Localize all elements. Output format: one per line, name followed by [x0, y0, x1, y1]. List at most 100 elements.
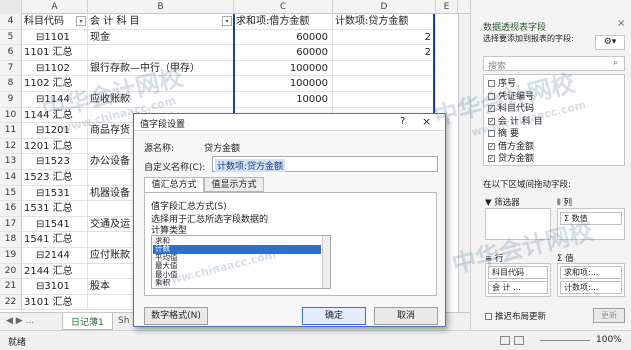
zoom-slider[interactable] — [540, 340, 590, 341]
cell-a[interactable]: ⊟1531 — [22, 185, 88, 202]
row-header[interactable]: 7 — [0, 60, 22, 77]
field-checkbox[interactable]: ✓ — [488, 117, 495, 125]
help-icon[interactable]: ? — [400, 116, 405, 127]
field-checkbox[interactable]: ✓ — [488, 142, 495, 150]
row-header[interactable]: 20 — [0, 263, 22, 280]
function-option[interactable]: 平均值 — [153, 253, 321, 262]
vertical-scrollbar[interactable] — [458, 14, 470, 312]
function-option[interactable]: 乘积 — [153, 278, 321, 287]
pane-close-icon[interactable]: × — [617, 18, 625, 29]
row-header[interactable]: 5 — [0, 29, 22, 46]
filter-drop-zone[interactable] — [485, 208, 551, 240]
ok-button[interactable]: 确定 — [302, 307, 366, 325]
row-header[interactable]: 21 — [0, 279, 22, 295]
sheet-nav-arrows[interactable]: ◀ ▶ ... — [6, 316, 34, 326]
page-layout-icon[interactable] — [514, 336, 524, 345]
cell-a[interactable]: 2144 汇总 — [22, 263, 88, 280]
cell-a[interactable]: ⊟1101 — [22, 29, 88, 46]
cell-a[interactable]: 1201 汇总 — [22, 138, 88, 155]
cell-a[interactable]: ⊟3101 — [22, 279, 88, 295]
sheet-tab-active[interactable]: 日记薄1 — [62, 313, 113, 330]
field-checkbox[interactable] — [488, 80, 495, 87]
cell-a[interactable]: ⊟1541 — [22, 216, 88, 233]
defer-checkbox[interactable] — [485, 313, 492, 320]
row-header[interactable]: 10 — [0, 107, 22, 124]
field-checkbox[interactable]: ✓ — [488, 155, 495, 162]
column-header-a[interactable]: A — [22, 0, 88, 14]
cell-b[interactable]: 银行存款—中行（甲存） — [88, 60, 234, 77]
function-option[interactable]: 计数 — [153, 244, 321, 254]
field-item[interactable]: ✓ 借方金额 — [488, 142, 534, 152]
cell-b[interactable] — [88, 76, 234, 92]
cell-a[interactable]: 1144 汇总 — [22, 107, 88, 124]
columns-drop-zone[interactable]: Σ 数值 — [557, 208, 625, 240]
row-header[interactable]: 16 — [0, 201, 22, 217]
close-icon[interactable]: × — [422, 115, 431, 128]
field-checkbox[interactable] — [488, 130, 495, 137]
number-format-button[interactable]: 数字格式(N) — [144, 307, 208, 325]
function-option[interactable]: 最小值 — [153, 270, 321, 279]
rows-chip-2[interactable]: 会 计 ... — [488, 281, 548, 294]
field-search-input[interactable]: 搜索 ⌕ — [483, 56, 625, 72]
row-header[interactable]: 19 — [0, 248, 22, 264]
row-header[interactable]: 11 — [0, 123, 22, 139]
field-list[interactable]: 序号凭证编号 ✓ 科目代码 ✓ 会 计 科 目摘 要 ✓ 借方金额 ✓ 贷方金额 — [483, 74, 625, 166]
cell-b[interactable]: 应收账款 — [88, 92, 234, 108]
row-header[interactable]: 13 — [0, 154, 22, 170]
function-option[interactable]: 求和 — [153, 236, 321, 245]
cell-b[interactable] — [88, 45, 234, 61]
column-header-b[interactable]: B — [88, 0, 234, 14]
field-item[interactable]: ✓ 会 计 科 目 — [488, 117, 543, 127]
cell-a[interactable]: 1101 汇总 — [22, 45, 88, 61]
cell-a[interactable]: ⊟1144 — [22, 92, 88, 108]
field-item[interactable]: 凭证编号 — [488, 92, 534, 102]
list-scrollbar[interactable] — [322, 236, 330, 288]
field-item[interactable]: ✓ 贷方金额 — [488, 154, 534, 164]
cell-a[interactable]: 1102 汇总 — [22, 76, 88, 92]
cell-a[interactable]: 1523 汇总 — [22, 170, 88, 186]
cancel-button[interactable]: 取消 — [374, 307, 438, 325]
function-option[interactable]: 最大值 — [153, 261, 321, 270]
filter-dropdown-icon[interactable]: ▾ — [76, 16, 86, 26]
cell-a[interactable]: 3101 汇总 — [22, 294, 88, 311]
row-header[interactable]: 6 — [0, 45, 22, 61]
field-checkbox[interactable]: ✓ — [488, 105, 495, 112]
pivot-header-cell-b[interactable]: 会 计 科 目 ▾ — [88, 14, 234, 30]
field-item[interactable]: ✓ 科目代码 — [488, 104, 534, 114]
row-header[interactable]: 8 — [0, 76, 22, 92]
tab-show-values-as[interactable]: 值显示方式 — [204, 177, 264, 192]
values-chip-1[interactable]: 求和项:... — [560, 266, 622, 279]
select-all-corner[interactable] — [0, 0, 22, 14]
column-header-d[interactable]: D — [333, 0, 436, 14]
row-header[interactable]: 12 — [0, 138, 22, 155]
rows-chip-1[interactable]: 科目代码 — [488, 266, 548, 279]
cell-a[interactable]: 1531 汇总 — [22, 201, 88, 217]
summarize-function-list[interactable]: 求和 计数 平均值 最大值 最小值 乘积 — [151, 235, 331, 289]
row-header[interactable]: 18 — [0, 232, 22, 248]
row-header[interactable]: 22 — [0, 294, 22, 311]
defer-layout-toggle[interactable]: 推迟布局更新 — [485, 310, 546, 322]
field-checkbox[interactable] — [488, 92, 495, 100]
row-header[interactable]: 17 — [0, 216, 22, 233]
column-header-e[interactable]: E — [436, 0, 458, 14]
row-header[interactable]: 9 — [0, 92, 22, 108]
tab-summarize-values[interactable]: 值汇总方式 — [144, 177, 204, 192]
field-item[interactable]: 序号 — [488, 79, 516, 89]
cell-a[interactable]: ⊟2144 — [22, 248, 88, 264]
update-button[interactable]: 更新 — [593, 308, 625, 323]
field-item[interactable]: 摘 要 — [488, 129, 519, 139]
column-header-c[interactable]: C — [234, 0, 333, 14]
row-header[interactable]: 15 — [0, 185, 22, 202]
pivot-header-cell-a[interactable]: 科目代码 ▾ — [22, 14, 88, 30]
gear-icon[interactable]: ⚙▾ — [595, 35, 625, 50]
cell-a[interactable]: ⊟1523 — [22, 154, 88, 170]
custom-name-input[interactable]: 计数项:贷方金额 — [212, 156, 438, 172]
values-drop-zone[interactable]: 求和项:... 计数项:... — [557, 263, 625, 297]
row-header[interactable]: 14 — [0, 170, 22, 186]
columns-value-chip[interactable]: Σ 数值 — [560, 212, 622, 225]
row-header[interactable]: 4 — [0, 14, 22, 30]
normal-view-icon[interactable] — [500, 336, 510, 345]
cell-b[interactable]: 现金 — [88, 29, 234, 46]
cell-a[interactable]: 1541 汇总 — [22, 232, 88, 248]
cell-a[interactable]: ⊟1201 — [22, 123, 88, 139]
